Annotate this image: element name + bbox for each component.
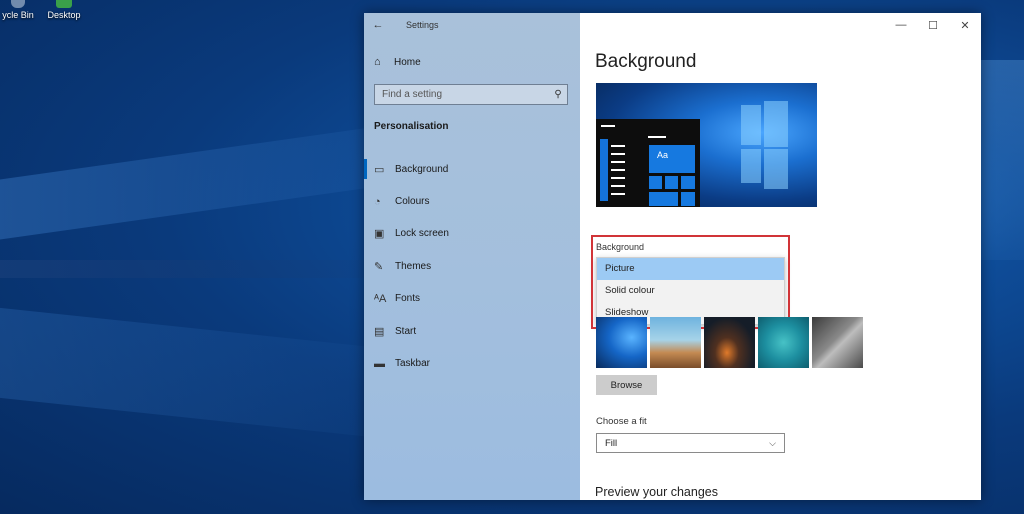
preview-tile — [648, 191, 679, 207]
recent-pictures — [596, 317, 863, 368]
folder-icon — [56, 0, 72, 8]
preview-menu-strip — [600, 139, 608, 201]
sidebar-item-label: Colours — [395, 196, 430, 208]
picture-thumbnail[interactable] — [704, 317, 755, 368]
preview-tile — [664, 175, 679, 190]
desktop-light-beam — [980, 60, 1024, 260]
desktop-icon-label: Desktop — [47, 10, 81, 20]
settings-window: ← Settings ⌂ Home ⚲ Personalisation ▭ Ba… — [364, 13, 981, 500]
sidebar-item-label: Background — [395, 163, 449, 175]
home-icon: ⌂ — [374, 56, 381, 68]
settings-content: — ☐ ✕ Background Aa Background Picture S… — [580, 13, 981, 500]
browse-button[interactable]: Browse — [596, 375, 657, 395]
preview-tile — [648, 175, 663, 190]
picture-thumbnail[interactable] — [812, 317, 863, 368]
preview-menu-line — [611, 145, 625, 147]
picture-thumbnail[interactable] — [650, 317, 701, 368]
preview-window-light — [741, 149, 761, 183]
desktop-light-beam — [0, 260, 380, 278]
fit-dropdown[interactable]: Fill ⌵ — [596, 433, 785, 453]
font-icon: ᴬA — [374, 292, 387, 305]
dropdown-option-picture[interactable]: Picture — [597, 258, 784, 280]
search-icon[interactable]: ⚲ — [549, 89, 567, 100]
background-preview: Aa — [596, 83, 817, 207]
maximize-icon[interactable]: ☐ — [917, 13, 949, 37]
preview-window-light — [764, 101, 788, 147]
preview-accent-line — [648, 136, 666, 138]
brush-icon: ✎ — [374, 260, 384, 273]
lock-screen-icon: ▣ — [374, 228, 385, 241]
dropdown-option-solid-colour[interactable]: Solid colour — [597, 280, 784, 302]
preview-menu-line — [611, 177, 625, 179]
section-title: Personalisation — [374, 121, 449, 132]
nav-home[interactable]: ⌂ Home — [374, 56, 421, 68]
page-title: Background — [595, 51, 697, 72]
picture-thumbnail[interactable] — [758, 317, 809, 368]
preview-menu-line — [611, 185, 625, 187]
sidebar-item-label: Fonts — [395, 293, 421, 305]
search-input[interactable] — [375, 85, 549, 104]
sidebar-item-fonts[interactable]: ᴬA Fonts — [364, 283, 580, 315]
preview-menu-line — [611, 169, 625, 171]
background-label: Background — [596, 242, 645, 252]
preview-menu-line — [611, 193, 625, 195]
recycle-bin-icon — [11, 0, 25, 8]
sidebar-item-colours[interactable]: ◔ Colours — [364, 185, 580, 217]
preview-tile: Aa — [648, 144, 696, 174]
picture-thumbnail[interactable] — [596, 317, 647, 368]
find-setting-search: ⚲ — [374, 84, 568, 105]
preview-changes-heading: Preview your changes — [595, 485, 718, 499]
sidebar-item-label: Lock screen — [395, 228, 449, 240]
sidebar-item-start[interactable]: ▤ Start — [364, 315, 580, 347]
preview-window-light — [764, 149, 788, 189]
chevron-down-icon: ⌵ — [769, 437, 776, 448]
desktop-light-beam — [0, 307, 420, 443]
preview-tile — [680, 175, 696, 190]
titlebar: ← Settings — [364, 13, 580, 37]
preview-menu-line — [611, 161, 625, 163]
background-dropdown-list: Picture Solid colour Slideshow — [596, 257, 785, 325]
sidebar-item-label: Taskbar — [395, 358, 431, 370]
fit-label: Choose a fit — [596, 416, 647, 427]
sidebar-item-label: Themes — [395, 260, 432, 272]
back-arrow-icon[interactable]: ← — [364, 19, 392, 31]
start-icon: ▤ — [374, 325, 385, 338]
preview-tile — [680, 191, 696, 207]
close-icon[interactable]: ✕ — [949, 13, 981, 37]
palette-icon: ◔ — [374, 195, 381, 208]
fit-value: Fill — [605, 437, 618, 449]
preview-menu-line — [611, 153, 625, 155]
preview-start-menu: Aa — [596, 119, 700, 207]
taskbar-icon: ▬ — [374, 357, 385, 370]
preview-window-light — [741, 105, 761, 145]
preview-menu-line — [601, 125, 615, 127]
desktop-light-beam — [0, 120, 420, 240]
sidebar-item-taskbar[interactable]: ▬ Taskbar — [364, 347, 580, 379]
desktop-icon-desktop[interactable]: Desktop — [34, 0, 94, 20]
minimize-icon[interactable]: — — [885, 13, 917, 37]
personalisation-nav: ▭ Background ◔ Colours ▣ Lock screen ✎ T… — [364, 153, 580, 380]
window-controls: — ☐ ✕ — [885, 13, 981, 37]
sidebar-item-lock-screen[interactable]: ▣ Lock screen — [364, 218, 580, 250]
nav-home-label: Home — [394, 56, 421, 68]
sidebar-item-themes[interactable]: ✎ Themes — [364, 250, 580, 282]
sidebar-item-background[interactable]: ▭ Background — [364, 153, 580, 185]
sidebar-item-label: Start — [395, 325, 417, 337]
settings-sidebar: ← Settings ⌂ Home ⚲ Personalisation ▭ Ba… — [364, 13, 580, 500]
image-icon: ▭ — [374, 163, 385, 176]
window-title: Settings — [406, 20, 439, 30]
preview-tile-label: Aa — [657, 150, 669, 160]
